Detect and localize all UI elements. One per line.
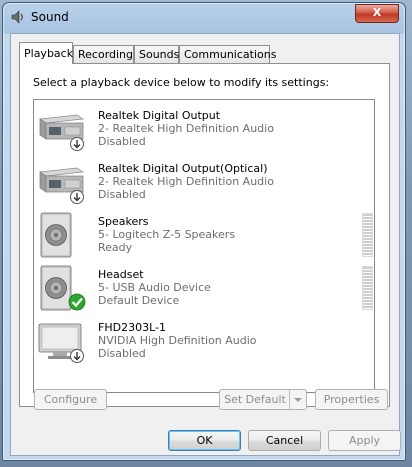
speaker-icon — [40, 212, 72, 258]
set-default-label: Set Default — [224, 393, 286, 406]
device-status: Disabled — [98, 347, 146, 360]
device-status: Disabled — [98, 135, 146, 148]
monitor-icon — [38, 323, 84, 363]
device-item[interactable]: Speakers 5- Logitech Z-5 Speakers Ready — [34, 208, 374, 260]
device-status: Default Device — [98, 294, 180, 307]
set-default-button[interactable]: Set Default — [219, 389, 307, 410]
sound-dialog: Sound X Playback Recording Sounds Commun… — [2, 2, 406, 461]
tab-sounds[interactable]: Sounds — [134, 45, 179, 63]
properties-button[interactable]: Properties — [315, 389, 388, 410]
tab-recording[interactable]: Recording — [73, 45, 134, 63]
speaker-icon — [40, 265, 86, 311]
device-status: Disabled — [98, 188, 146, 201]
ok-button[interactable]: OK — [168, 430, 241, 451]
device-item[interactable]: FHD2303L-1 NVIDIA High Definition Audio … — [34, 314, 374, 366]
device-name: Realtek Digital Output(Optical) — [98, 162, 268, 175]
device-name: Headset — [98, 268, 144, 281]
digital-output-icon — [39, 167, 84, 204]
device-description: NVIDIA High Definition Audio — [98, 334, 257, 347]
instruction-text: Select a playback device below to modify… — [33, 76, 330, 89]
configure-button[interactable]: Configure — [34, 389, 107, 410]
volume-meter — [362, 266, 373, 310]
apply-button[interactable]: Apply — [328, 430, 401, 451]
device-item[interactable]: Headset 5- USB Audio Device Default Devi… — [34, 261, 374, 313]
dialog-client-area: Playback Recording Sounds Communications… — [10, 33, 401, 456]
device-name: Realtek Digital Output — [98, 109, 221, 122]
default-check-icon — [68, 293, 86, 311]
window-title: Sound — [31, 10, 69, 24]
digital-output-icon — [39, 114, 84, 151]
device-item[interactable]: Realtek Digital Output(Optical) 2- Realt… — [34, 155, 374, 207]
title-bar[interactable]: Sound X — [3, 3, 405, 31]
sound-icon — [11, 10, 23, 24]
device-status: Ready — [98, 241, 133, 254]
device-description: 2- Realtek High Definition Audio — [98, 175, 274, 188]
device-list[interactable]: Realtek Digital Output 2- Realtek High D… — [33, 99, 375, 393]
playback-panel: Select a playback device below to modify… — [19, 63, 390, 407]
device-name: FHD2303L-1 — [98, 321, 166, 334]
tab-communications[interactable]: Communications — [179, 45, 276, 63]
device-description: 2- Realtek High Definition Audio — [98, 122, 274, 135]
device-description: 5- USB Audio Device — [98, 281, 211, 294]
volume-meter — [362, 213, 373, 257]
device-name: Speakers — [98, 215, 149, 228]
device-description: 5- Logitech Z-5 Speakers — [98, 228, 236, 241]
chevron-down-icon[interactable] — [289, 390, 306, 409]
tab-playback[interactable]: Playback — [19, 42, 73, 64]
device-item[interactable]: Realtek Digital Output 2- Realtek High D… — [34, 102, 374, 154]
cancel-button[interactable]: Cancel — [248, 430, 321, 451]
close-button[interactable]: X — [355, 4, 399, 23]
